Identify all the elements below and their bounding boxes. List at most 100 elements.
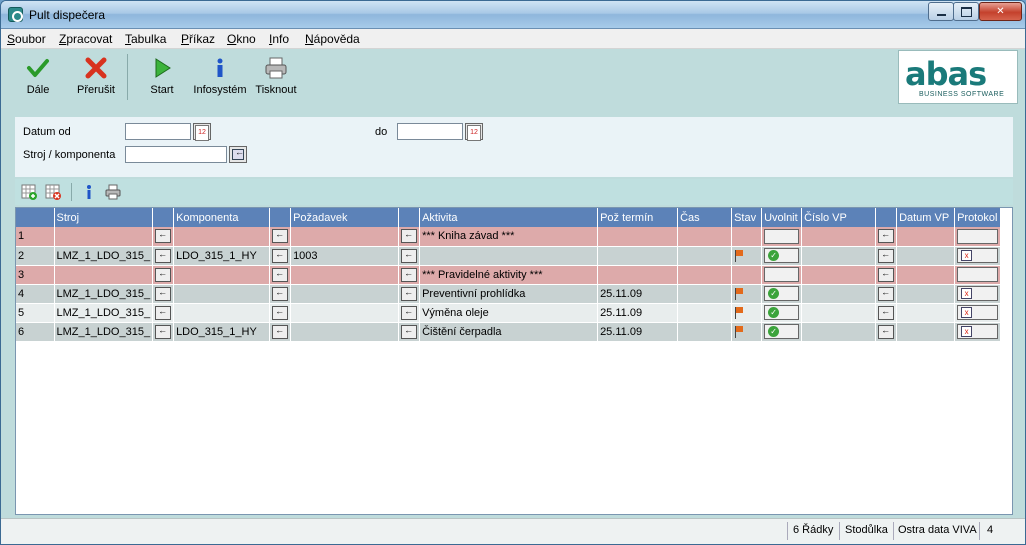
dale-button[interactable]: Dále <box>13 53 63 103</box>
cell-stroj[interactable]: LMZ_1_LDO_315_ <box>54 246 154 266</box>
menu-prikaz[interactable]: Příkaz <box>181 32 215 46</box>
info-icon[interactable] <box>81 184 97 200</box>
table-row[interactable]: 5LMZ_1_LDO_315_ Výměna oleje25.11.09 ✓ x <box>16 303 1002 323</box>
uvolnit-button[interactable]: ✓ <box>764 286 800 301</box>
protokol-button[interactable]: x <box>957 324 999 339</box>
cell-termin[interactable] <box>597 246 679 266</box>
pozadavek-select-button[interactable] <box>401 229 418 244</box>
col-stav[interactable]: Stav <box>731 208 763 227</box>
komponenta-select-button[interactable] <box>272 324 289 339</box>
cell-pozadavek[interactable] <box>290 284 400 304</box>
table-row[interactable]: 6LMZ_1_LDO_315_ LDO_315_1_HY Čištění čerpa… <box>16 322 1002 342</box>
datum-od-calendar-button[interactable]: 12 <box>193 123 211 141</box>
start-button[interactable]: Start <box>139 53 185 103</box>
uvolnit-button[interactable] <box>764 228 800 244</box>
col-pozadavek[interactable]: Požadavek <box>290 208 400 227</box>
stroj-select-button[interactable] <box>155 267 172 282</box>
cell-termin[interactable]: 25.11.09 <box>597 303 679 323</box>
cell-stroj[interactable]: LMZ_1_LDO_315_ <box>54 322 154 342</box>
cell-komponenta[interactable] <box>173 265 271 285</box>
komponenta-select-button[interactable] <box>272 305 289 320</box>
cell-termin[interactable] <box>597 265 679 285</box>
pozadavek-select-button[interactable] <box>401 248 418 263</box>
table-row[interactable]: 3 *** Pravidelné aktivity *** <box>16 265 1002 285</box>
pozadavek-select-button[interactable] <box>401 286 418 301</box>
col-uvolnit[interactable]: Uvolnit <box>761 208 803 227</box>
cell-aktivita[interactable]: *** Pravidelné aktivity *** <box>419 265 599 285</box>
cell-pozadavek[interactable] <box>290 303 400 323</box>
menu-tabulka[interactable]: Tabulka <box>125 32 166 46</box>
title-bar[interactable]: Pult dispečera ✕ <box>1 1 1025 29</box>
komponenta-select-button[interactable] <box>272 286 289 301</box>
add-row-icon[interactable] <box>21 184 37 200</box>
cell-aktivita[interactable]: Čištění čerpadla <box>419 322 599 342</box>
cell-pozadavek[interactable] <box>290 322 400 342</box>
stroj-select-button[interactable] <box>155 324 172 339</box>
cislo-vp-select-button[interactable] <box>878 248 895 263</box>
cell-aktivita[interactable]: Preventivní prohlídka <box>419 284 599 304</box>
menu-soubor[interactable]: Soubor <box>7 32 46 46</box>
uvolnit-button[interactable]: ✓ <box>764 248 800 263</box>
pozadavek-select-button[interactable] <box>401 267 418 282</box>
close-button[interactable]: ✕ <box>979 2 1022 21</box>
prerusit-button[interactable]: Přerušit <box>69 53 123 103</box>
maximize-button[interactable] <box>953 2 979 21</box>
cell-termin[interactable]: 25.11.09 <box>597 284 679 304</box>
protokol-button[interactable]: x <box>957 305 999 320</box>
table-row[interactable]: 2LMZ_1_LDO_315_ LDO_315_1_HY 1003 ✓ x <box>16 246 1002 266</box>
cell-termin[interactable] <box>597 227 679 247</box>
tisknout-button[interactable]: Tisknout <box>253 53 299 103</box>
stroj-input[interactable] <box>125 146 227 163</box>
cell-cislo-vp[interactable] <box>801 303 877 323</box>
protokol-button[interactable]: x <box>957 248 999 263</box>
cislo-vp-select-button[interactable] <box>878 229 895 244</box>
cell-komponenta[interactable] <box>173 284 271 304</box>
cell-stroj[interactable]: LMZ_1_LDO_315_ <box>54 303 154 323</box>
cell-pozadavek[interactable] <box>290 265 400 285</box>
cell-stroj[interactable]: LMZ_1_LDO_315_ <box>54 284 154 304</box>
do-input[interactable] <box>397 123 463 140</box>
cell-cislo-vp[interactable] <box>801 284 877 304</box>
cell-aktivita[interactable] <box>419 246 599 266</box>
cell-cas[interactable] <box>677 303 733 323</box>
protokol-button[interactable]: x <box>957 286 999 301</box>
col-poz-termin[interactable]: Pož termín <box>597 208 679 227</box>
cell-datum-vp[interactable] <box>896 265 956 285</box>
menu-napoveda[interactable]: Nápověda <box>305 32 360 46</box>
cislo-vp-select-button[interactable] <box>878 267 895 282</box>
col-cas[interactable]: Čas <box>677 208 733 227</box>
komponenta-select-button[interactable] <box>272 248 289 263</box>
cell-komponenta[interactable]: LDO_315_1_HY <box>173 322 271 342</box>
delete-row-icon[interactable] <box>45 184 61 200</box>
cislo-vp-select-button[interactable] <box>878 324 895 339</box>
cell-datum-vp[interactable] <box>896 246 956 266</box>
cell-pozadavek[interactable]: 1003 <box>290 246 400 266</box>
cell-aktivita[interactable]: Výměna oleje <box>419 303 599 323</box>
cell-termin[interactable]: 25.11.09 <box>597 322 679 342</box>
stroj-select-button[interactable] <box>155 305 172 320</box>
cell-datum-vp[interactable] <box>896 284 956 304</box>
stroj-select-button[interactable] <box>155 286 172 301</box>
cell-datum-vp[interactable] <box>896 322 956 342</box>
printer-icon[interactable] <box>105 184 121 200</box>
stroj-select-button[interactable] <box>229 146 247 163</box>
komponenta-select-button[interactable] <box>272 267 289 282</box>
cell-cislo-vp[interactable] <box>801 265 877 285</box>
col-stroj[interactable]: Stroj <box>54 208 154 227</box>
infosystem-button[interactable]: Infosystém <box>191 53 249 103</box>
cell-komponenta[interactable] <box>173 227 271 247</box>
col-datum-vp[interactable]: Datum VP <box>896 208 956 227</box>
cell-stroj[interactable] <box>54 227 154 247</box>
cell-komponenta[interactable] <box>173 303 271 323</box>
cell-aktivita[interactable]: *** Kniha závad *** <box>419 227 599 247</box>
col-protokol[interactable]: Protokol <box>954 208 1002 227</box>
cell-cislo-vp[interactable] <box>801 322 877 342</box>
col-cislo-vp[interactable]: Číslo VP <box>801 208 877 227</box>
cell-stroj[interactable] <box>54 265 154 285</box>
do-calendar-button[interactable]: 12 <box>465 123 483 141</box>
uvolnit-button[interactable]: ✓ <box>764 305 800 320</box>
menu-info[interactable]: Info <box>269 32 289 46</box>
table-row[interactable]: 1 *** Kniha závad *** <box>16 227 1002 247</box>
komponenta-select-button[interactable] <box>272 229 289 244</box>
cell-cas[interactable] <box>677 265 733 285</box>
